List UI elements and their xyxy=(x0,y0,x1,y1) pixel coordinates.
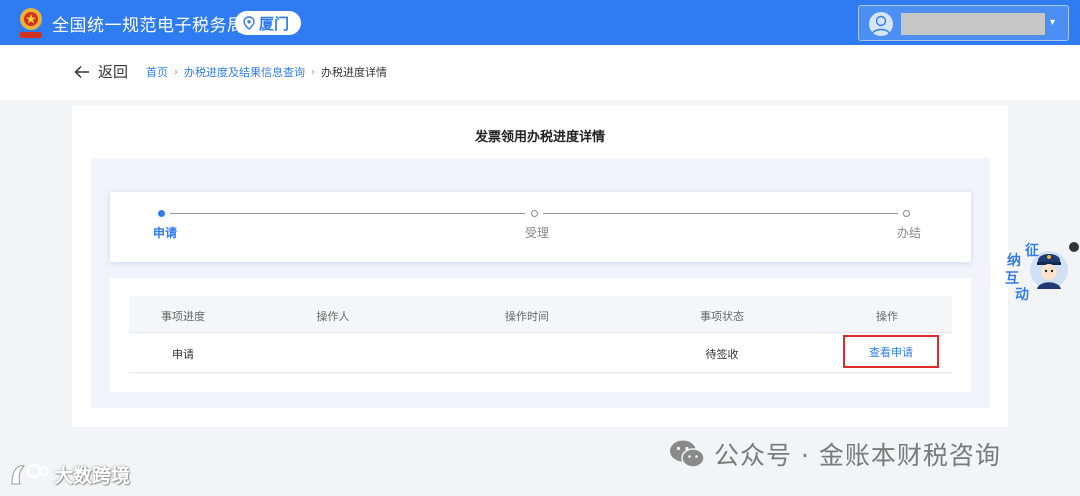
watermark-right-text: 公众号 · 金账本财税咨询 xyxy=(714,441,1001,470)
chevron-down-icon[interactable]: ▾ xyxy=(1050,17,1055,28)
city-selector[interactable]: 厦门 xyxy=(235,11,301,35)
step-dot-accept xyxy=(531,210,538,217)
widget-char: 纳 xyxy=(1007,253,1021,269)
breadcrumb-current: 办税进度详情 xyxy=(321,66,387,79)
breadcrumb: 首页 › 办税进度及结果信息查询 › 办税进度详情 xyxy=(146,64,387,80)
arrow-left-icon xyxy=(74,65,89,78)
column-header: 事项状态 xyxy=(700,310,744,323)
column-header: 操作人 xyxy=(316,310,350,323)
location-pin-icon xyxy=(243,16,255,30)
watermark-wechat: 公众号 · 金账本财税咨询 xyxy=(668,436,1001,472)
wechat-icon xyxy=(670,440,705,468)
breadcrumb-separator: › xyxy=(174,66,178,78)
column-header: 事项进度 xyxy=(161,310,205,323)
widget-close-icon[interactable] xyxy=(1069,242,1079,252)
widget-char: 动 xyxy=(1015,287,1029,303)
view-application-button[interactable]: 查看申请 xyxy=(843,335,939,368)
avatar xyxy=(869,12,893,36)
user-menu[interactable]: ▾ xyxy=(858,5,1069,41)
progress-table: 事项进度 操作人 操作时间 事项状态 操作 申请 待签收 查看申请 xyxy=(110,278,971,392)
cell-status: 待签收 xyxy=(705,348,739,361)
watermark-left-text: 大数跨境 xyxy=(54,464,131,487)
detail-card: 发票领用办税进度详情 申请 受理 办结 事项进度 操作人 操作时间 事项状态 操… xyxy=(72,106,1008,427)
step-label-complete: 办结 xyxy=(897,226,922,240)
cell-progress: 申请 xyxy=(172,348,194,361)
column-header: 操作时间 xyxy=(505,310,549,323)
watermark-brand: 大数跨境 xyxy=(8,460,130,488)
step-label-accept: 受理 xyxy=(525,226,550,240)
city-name: 厦门 xyxy=(259,14,290,33)
table-header: 事项进度 操作人 操作时间 事项状态 操作 xyxy=(129,296,952,333)
breadcrumb-query[interactable]: 办税进度及结果信息查询 xyxy=(184,64,305,80)
table-row: 申请 待签收 查看申请 xyxy=(129,333,952,373)
breadcrumb-home[interactable]: 首页 xyxy=(146,64,168,80)
step-connector xyxy=(543,213,898,214)
step-label-apply: 申请 xyxy=(153,226,178,240)
step-dot-apply xyxy=(158,210,165,217)
brand-logo-icon xyxy=(11,463,49,485)
widget-char: 征 xyxy=(1025,243,1039,259)
step-connector xyxy=(170,213,525,214)
back-label: 返回 xyxy=(98,63,129,81)
top-header: 全国统一规范电子税务局 厦门 ▾ xyxy=(0,0,1080,45)
progress-steps: 申请 受理 办结 xyxy=(110,192,971,262)
site-title: 全国统一规范电子税务局 xyxy=(52,16,245,36)
step-dot-complete xyxy=(903,210,910,217)
detail-panel: 申请 受理 办结 事项进度 操作人 操作时间 事项状态 操作 申请 待签收 查看… xyxy=(91,158,990,408)
national-emblem-icon xyxy=(20,8,42,38)
float-assistant-widget[interactable]: 征 纳 互 动 xyxy=(1003,240,1079,304)
column-header: 操作 xyxy=(876,310,898,323)
back-button[interactable]: 返回 xyxy=(74,61,128,82)
user-icon xyxy=(871,15,891,35)
page-title: 发票领用办税进度详情 xyxy=(474,130,605,145)
breadcrumb-bar: 返回 首页 › 办税进度及结果信息查询 › 办税进度详情 xyxy=(0,45,1080,100)
breadcrumb-separator: › xyxy=(311,66,315,78)
user-name-redacted xyxy=(901,13,1045,35)
